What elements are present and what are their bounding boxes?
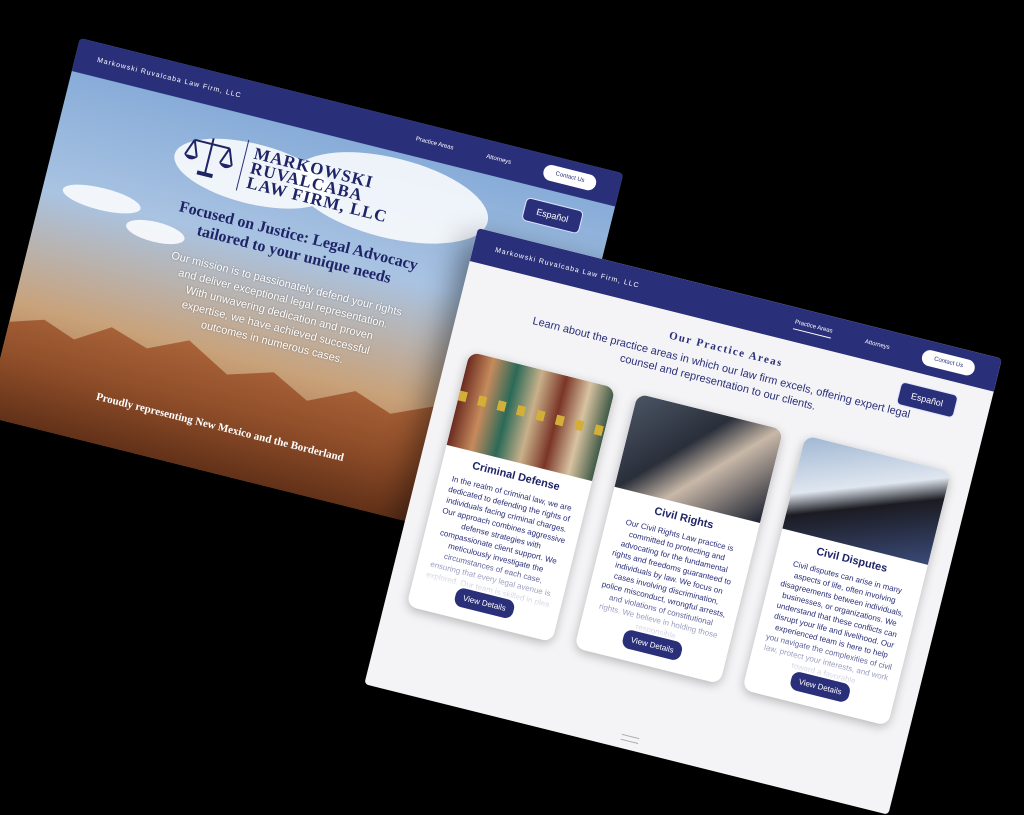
espanol-button[interactable]: Español [521, 196, 584, 235]
nav-attorneys[interactable]: Attorneys [864, 339, 890, 351]
nav-practice-areas[interactable]: Practice Areas [793, 319, 834, 339]
contact-us-button[interactable]: Contact Us [920, 348, 977, 378]
nav-practice-areas[interactable]: Practice Areas [415, 136, 454, 151]
scales-of-justice-icon [184, 138, 233, 179]
nav-brand[interactable]: Markowski Ruvalcaba Law Firm, LLC [494, 246, 640, 289]
practice-card-criminal-defense[interactable]: Criminal Defense In the realm of crimina… [406, 351, 616, 643]
contact-us-button[interactable]: Contact Us [541, 163, 598, 192]
cloud [60, 178, 144, 220]
nav-brand[interactable]: Markowski Ruvalcaba Law Firm, LLC [96, 56, 242, 99]
practice-areas-screen: Markowski Ruvalcaba Law Firm, LLC Practi… [364, 228, 1002, 815]
scroll-handle[interactable] [620, 733, 640, 745]
practice-card-civil-disputes[interactable]: Civil Disputes Civil disputes can arise … [742, 435, 952, 726]
practice-card-civil-rights[interactable]: Civil Rights Our Civil Rights Law practi… [574, 393, 784, 685]
nav-attorneys[interactable]: Attorneys [486, 154, 512, 166]
